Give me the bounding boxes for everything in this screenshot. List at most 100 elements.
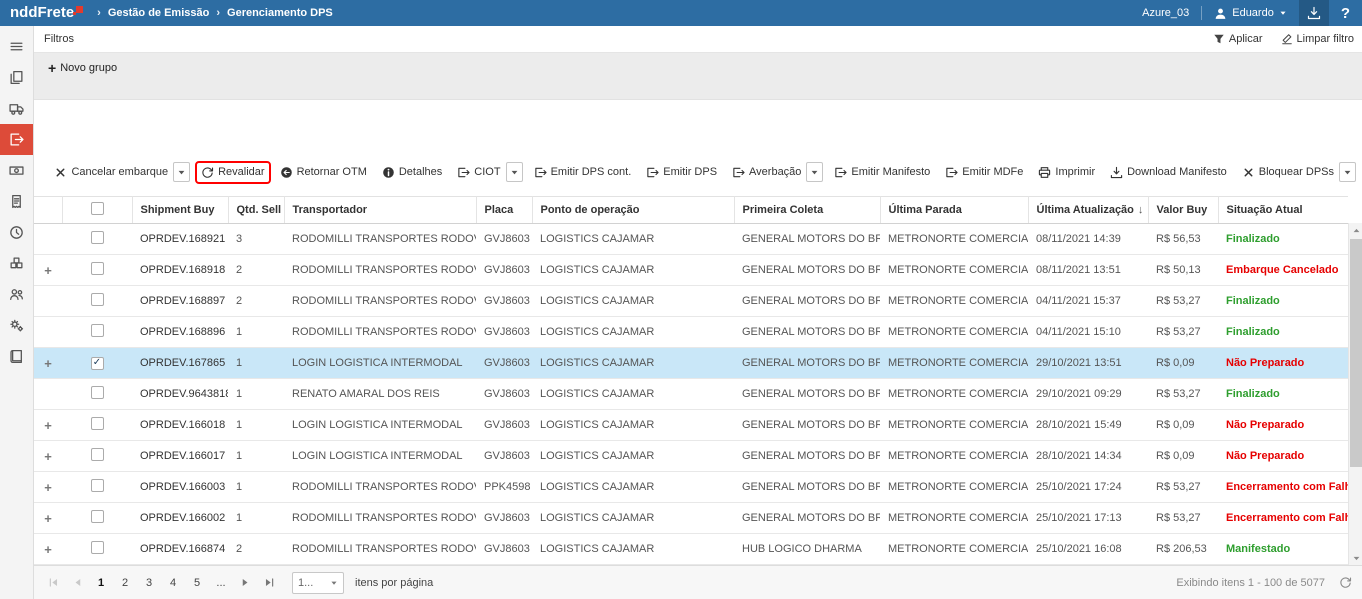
cell-ponto_operacao: LOGISTICS CAJAMAR (532, 441, 734, 472)
emitir-dps-button-group: Emitir DPS (642, 163, 721, 182)
ciot-dropdown[interactable] (506, 162, 523, 182)
row-checkbox[interactable]: ✓ (91, 357, 104, 370)
select-all-checkbox[interactable] (91, 202, 104, 215)
table-row[interactable]: +OPRDEV.1668742RODOMILLI TRANSPORTES ROD… (34, 534, 1348, 565)
scroll-up-button[interactable] (1349, 223, 1362, 237)
breadcrumb-gerenciamento-dps[interactable]: Gerenciamento DPS (227, 7, 333, 19)
column-header-ponto-de-operacao[interactable]: Ponto de operação (532, 197, 734, 224)
emitir-mdfe-button[interactable]: Emitir MDFe (941, 163, 1027, 182)
row-checkbox[interactable] (91, 231, 104, 244)
row-checkbox[interactable] (91, 386, 104, 399)
table-row[interactable]: +OPRDEV.1660181LOGIN LOGISTICA INTERMODA… (34, 410, 1348, 441)
table-row[interactable]: OPRDEV.1688961RODOMILLI TRANSPORTES RODO… (34, 317, 1348, 348)
sidebar-item-menu[interactable] (0, 31, 33, 62)
sidebar-item-transport[interactable] (0, 93, 33, 124)
bloquear-dpss-button[interactable]: Bloquear DPSs (1238, 163, 1338, 182)
sidebar-item-emission[interactable] (0, 124, 33, 155)
row-checkbox[interactable] (91, 479, 104, 492)
column-header-transportador[interactable]: Transportador (284, 197, 476, 224)
expand-row-button[interactable]: + (44, 418, 52, 433)
column-header-qtd-sell[interactable]: Qtd. Sell (228, 197, 284, 224)
page-button-...[interactable]: ... (210, 572, 232, 594)
expand-row-button[interactable]: + (44, 511, 52, 526)
column-header-placa[interactable]: Placa (476, 197, 532, 224)
sidebar-item-users[interactable] (0, 279, 33, 310)
table-row[interactable]: +OPRDEV.1660031RODOMILLI TRANSPORTES ROD… (34, 472, 1348, 503)
scroll-down-button[interactable] (1349, 551, 1362, 565)
row-checkbox[interactable] (91, 417, 104, 430)
table-row[interactable]: +OPRDEV.1689182RODOMILLI TRANSPORTES ROD… (34, 255, 1348, 286)
sidebar-item-invoices[interactable] (0, 186, 33, 217)
cancelar-embarque-button[interactable]: Cancelar embarque (50, 163, 172, 182)
row-checkbox[interactable] (91, 293, 104, 306)
column-header-situacao-atual[interactable]: Situação Atual (1218, 197, 1348, 224)
cell-transportador: RODOMILLI TRANSPORTES RODOVIARIOS L... (284, 472, 476, 503)
bloquear-dpss-dropdown[interactable] (1339, 162, 1356, 182)
page-button-2[interactable]: 2 (114, 572, 136, 594)
user-menu[interactable]: Eduardo (1214, 7, 1287, 20)
sidebar-item-settings[interactable] (0, 310, 33, 341)
expand-row-button[interactable]: + (44, 449, 52, 464)
column-header-shipment-buy[interactable]: Shipment Buy (132, 197, 228, 224)
table-row[interactable]: +✓OPRDEV.1678651LOGIN LOGISTICA INTERMOD… (34, 348, 1348, 379)
page-button-3[interactable]: 3 (138, 572, 160, 594)
page-button-1[interactable]: 1 (90, 572, 112, 594)
table-row[interactable]: +OPRDEV.1660021RODOMILLI TRANSPORTES ROD… (34, 503, 1348, 534)
vertical-scrollbar[interactable] (1348, 223, 1362, 565)
prev-page-button[interactable] (66, 572, 88, 594)
row-checkbox[interactable] (91, 262, 104, 275)
cancelar-embarque-dropdown[interactable] (173, 162, 190, 182)
row-checkbox[interactable] (91, 324, 104, 337)
app-logo[interactable]: nddFrete (10, 5, 83, 22)
averbacao-dropdown[interactable] (806, 162, 823, 182)
emitir-dps-cont-button[interactable]: Emitir DPS cont. (530, 163, 636, 182)
next-page-button[interactable] (234, 572, 256, 594)
imprimir-button[interactable]: Imprimir (1034, 163, 1099, 182)
page-button-4[interactable]: 4 (162, 572, 184, 594)
page-button-5[interactable]: 5 (186, 572, 208, 594)
expand-row-button[interactable]: + (44, 480, 52, 495)
table-row[interactable]: OPRDEV.1689213RODOMILLI TRANSPORTES RODO… (34, 224, 1348, 255)
cell-situacao: Finalizado (1218, 317, 1348, 348)
sidebar-item-history[interactable] (0, 217, 33, 248)
table-row[interactable]: +OPRDEV.1660171LOGIN LOGISTICA INTERMODA… (34, 441, 1348, 472)
column-header-valor-buy[interactable]: Valor Buy (1148, 197, 1218, 224)
apply-filter-button[interactable]: Aplicar (1213, 33, 1263, 45)
sidebar-item-documents[interactable] (0, 62, 33, 93)
detalhes-button[interactable]: Detalhes (378, 163, 446, 182)
ciot-button[interactable]: CIOT (453, 163, 504, 182)
page-size-dropdown[interactable]: 1... (292, 572, 344, 594)
emitir-dps-button[interactable]: Emitir DPS (642, 163, 721, 182)
expand-row-button[interactable]: + (44, 263, 52, 278)
download-button[interactable] (1299, 0, 1329, 26)
refresh-grid-button[interactable] (1339, 576, 1352, 589)
table-row[interactable]: OPRDEV.964381801RENATO AMARAL DOS REISGV… (34, 379, 1348, 410)
column-header-ultima-parada[interactable]: Última Parada (880, 197, 1028, 224)
revalidar-button[interactable]: Revalidar (197, 163, 268, 182)
data-grid: Shipment BuyQtd. SellTransportadorPlacaP… (34, 196, 1348, 565)
expand-row-button[interactable]: + (44, 356, 52, 371)
row-checkbox[interactable] (91, 448, 104, 461)
sidebar-item-cargo[interactable] (0, 248, 33, 279)
breadcrumb-gestao-de-emissao[interactable]: Gestão de Emissão (108, 7, 210, 19)
first-page-button[interactable] (42, 572, 64, 594)
last-page-button[interactable] (258, 572, 280, 594)
clear-filter-button[interactable]: Limpar filtro (1281, 33, 1354, 45)
new-group-button[interactable]: + Novo grupo (48, 61, 117, 75)
row-checkbox[interactable] (91, 541, 104, 554)
column-header-ultima-atualizacao[interactable]: Última Atualização↓ (1028, 197, 1148, 224)
scrollbar-thumb[interactable] (1350, 239, 1362, 467)
column-header-primeira-coleta[interactable]: Primeira Coleta (734, 197, 880, 224)
sidebar-item-records[interactable] (0, 341, 33, 372)
emitir-manifesto-button[interactable]: Emitir Manifesto (830, 163, 934, 182)
x-icon (1242, 166, 1255, 179)
cell-ultima_atualizacao: 25/10/2021 17:24 (1028, 472, 1148, 503)
help-button[interactable]: ? (1341, 5, 1350, 22)
row-checkbox[interactable] (91, 510, 104, 523)
averbacao-button[interactable]: Averbação (728, 163, 805, 182)
download-manifesto-button[interactable]: Download Manifesto (1106, 163, 1231, 182)
table-row[interactable]: OPRDEV.1688972RODOMILLI TRANSPORTES RODO… (34, 286, 1348, 317)
sidebar-item-financial[interactable] (0, 155, 33, 186)
expand-row-button[interactable]: + (44, 542, 52, 557)
retornar-otm-button[interactable]: Retornar OTM (276, 163, 371, 182)
